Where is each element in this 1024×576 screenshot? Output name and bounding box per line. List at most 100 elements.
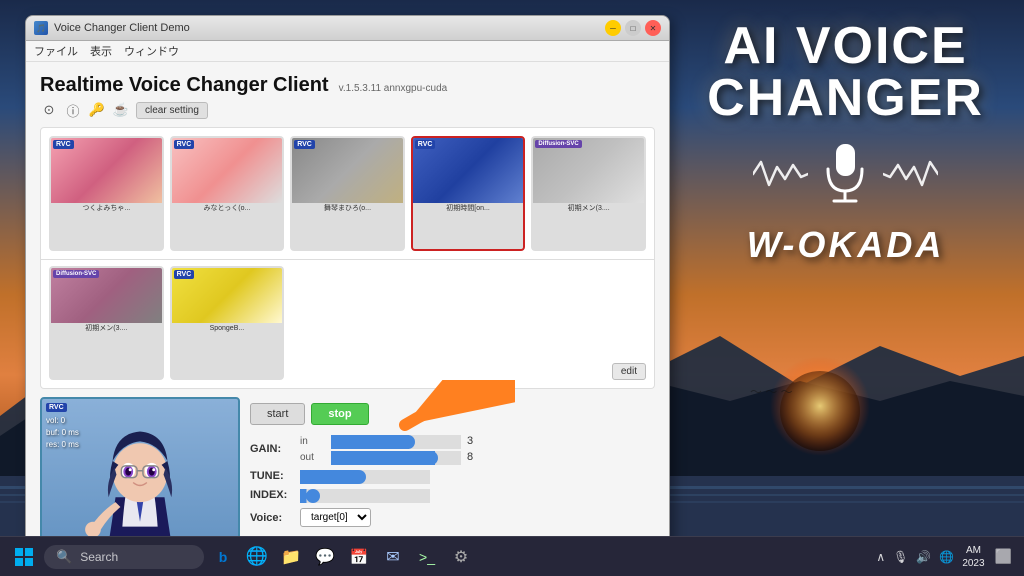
window-title: Voice Changer Client Demo bbox=[54, 22, 190, 34]
menu-window[interactable]: ウィンドウ bbox=[124, 43, 179, 59]
file-explorer-icon[interactable]: 📁 bbox=[276, 542, 306, 572]
menu-view[interactable]: 表示 bbox=[90, 43, 112, 59]
bottom-section: RVC vol: 0 buf: 0 ms res: 0 ms bbox=[40, 397, 655, 536]
info-icon[interactable]: ⓘ bbox=[64, 101, 82, 119]
desktop-branding: AI VOICE CHANGER W-OKADA bbox=[707, 20, 984, 266]
app-header: Realtime Voice Changer Client v.1.5.3.11… bbox=[40, 74, 655, 119]
menu-file[interactable]: ファイル bbox=[34, 43, 78, 59]
start-menu-button[interactable] bbox=[8, 541, 40, 573]
index-slider[interactable] bbox=[300, 494, 430, 498]
app-icon: 🎵 bbox=[34, 21, 48, 35]
voice-badge-6: Diffusion-SVC bbox=[53, 270, 99, 278]
gain-control: GAIN: in 3 out bbox=[250, 435, 655, 463]
controls-panel: start stop GAIN: in 3 bbox=[250, 397, 655, 536]
voice-badge-2: RVC bbox=[174, 140, 195, 149]
github-icon[interactable]: ⊙ bbox=[40, 101, 58, 119]
edit-button[interactable]: edit bbox=[612, 363, 646, 380]
voice-badge-3: RVC bbox=[294, 140, 315, 149]
mic-area bbox=[753, 139, 938, 209]
char-preview: RVC vol: 0 buf: 0 ms res: 0 ms bbox=[40, 397, 240, 536]
mic-icon bbox=[818, 139, 873, 209]
network-icon[interactable]: 🌐 bbox=[937, 548, 956, 566]
voice-label: Voice: bbox=[250, 512, 300, 524]
index-label: INDEX: bbox=[250, 489, 300, 501]
tune-label: TUNE: bbox=[250, 470, 300, 482]
desktop: 〜 〜 〜 🎵 Voice Changer Client Demo ─ □ ✕ … bbox=[0, 0, 1024, 536]
search-label: Search bbox=[80, 550, 118, 564]
char-badge: RVC bbox=[46, 403, 67, 412]
windows-logo-icon bbox=[15, 548, 33, 566]
title-bar: 🎵 Voice Changer Client Demo ─ □ ✕ bbox=[26, 16, 669, 41]
gain-out-slider[interactable] bbox=[331, 456, 461, 460]
mic-tray-icon[interactable]: 🎙 bbox=[891, 548, 910, 566]
gain-in-slider[interactable] bbox=[331, 440, 461, 444]
volume-icon[interactable]: 🔊 bbox=[914, 548, 933, 566]
stat-buf: buf: 0 ms bbox=[46, 427, 79, 439]
branding-line2: CHANGER bbox=[707, 72, 984, 124]
system-tray: ∧ 🎙 🔊 🌐 bbox=[874, 548, 956, 566]
gain-label: GAIN: bbox=[250, 443, 300, 455]
minimize-button[interactable]: ─ bbox=[605, 20, 621, 36]
char-stats: vol: 0 buf: 0 ms res: 0 ms bbox=[46, 415, 79, 451]
chevron-up-icon[interactable]: ∧ bbox=[874, 548, 887, 566]
voice-select[interactable]: target[0] bbox=[300, 508, 371, 527]
empty-slot-1 bbox=[290, 266, 405, 381]
edge-icon[interactable]: 🌐 bbox=[242, 542, 272, 572]
teams-icon[interactable]: 💬 bbox=[310, 542, 340, 572]
branding-line1: AI VOICE bbox=[707, 20, 984, 72]
voice-badge-1: RVC bbox=[53, 140, 74, 149]
start-button[interactable]: start bbox=[250, 403, 305, 425]
coffee-icon[interactable]: ☕ bbox=[112, 101, 130, 119]
close-button[interactable]: ✕ bbox=[645, 20, 661, 36]
taskbar-search[interactable]: 🔍 Search bbox=[44, 545, 204, 569]
voice-badge-5: Diffusion-SVC bbox=[535, 140, 581, 148]
voice-grid-row1: RVC つくよみちゃ... RVC みなとっく(o... RVC 舞琴まひろ(o… bbox=[40, 127, 655, 260]
tune-slider[interactable] bbox=[300, 475, 430, 479]
voice-card-6[interactable]: Diffusion-SVC 初期メン(3.... bbox=[49, 266, 164, 381]
app-window: 🎵 Voice Changer Client Demo ─ □ ✕ ファイル 表… bbox=[25, 15, 670, 536]
stop-button[interactable]: stop bbox=[311, 403, 368, 425]
maximize-button[interactable]: □ bbox=[625, 20, 641, 36]
voice-label-5: 初期メン(3.... bbox=[533, 203, 644, 215]
menu-bar: ファイル 表示 ウィンドウ bbox=[26, 41, 669, 62]
search-icon: 🔍 bbox=[56, 549, 72, 565]
app-title: Realtime Voice Changer Client bbox=[40, 74, 329, 97]
voice-badge-7: RVC bbox=[174, 270, 195, 279]
taskbar-tray: ∧ 🎙 🔊 🌐 AM 2023 ⬜ bbox=[874, 544, 1016, 570]
clock-time: AM bbox=[962, 544, 984, 557]
voice-card-4[interactable]: RVC 初期時間[on... bbox=[411, 136, 526, 251]
svg-text:〜 〜 〜: 〜 〜 〜 bbox=[750, 385, 793, 399]
gain-in-value: 3 bbox=[467, 435, 487, 447]
voice-badge-4: RVC bbox=[415, 140, 436, 149]
gain-in-label: in bbox=[300, 436, 325, 447]
empty-slot-2 bbox=[411, 266, 526, 381]
ctrl-buttons: start stop bbox=[250, 403, 655, 425]
settings-icon[interactable]: ⚙ bbox=[446, 542, 476, 572]
voice-label-6: 初期メン(3.... bbox=[51, 323, 162, 335]
voice-control: Voice: target[0] bbox=[250, 508, 655, 527]
author-text: W-OKADA bbox=[747, 224, 945, 266]
clear-setting-button[interactable]: clear setting bbox=[136, 102, 208, 119]
bing-icon[interactable]: b bbox=[208, 542, 238, 572]
index-control: INDEX: bbox=[250, 489, 655, 501]
terminal-icon[interactable]: >_ bbox=[412, 542, 442, 572]
key-icon[interactable]: 🔑 bbox=[88, 101, 106, 119]
app-version: v.1.5.3.11 annxgpu-cuda bbox=[339, 83, 448, 94]
voice-card-1[interactable]: RVC つくよみちゃ... bbox=[49, 136, 164, 251]
voice-card-3[interactable]: RVC 舞琴まひろ(o... bbox=[290, 136, 405, 251]
stat-res: res: 0 ms bbox=[46, 439, 79, 451]
voice-label-4: 初期時間[on... bbox=[413, 203, 524, 215]
voice-card-2[interactable]: RVC みなとっく(o... bbox=[170, 136, 285, 251]
tune-control: TUNE: bbox=[250, 470, 655, 482]
taskbar: 🔍 Search b 🌐 📁 💬 📅 ✉ >_ ⚙ ∧ 🎙 🔊 🌐 AM 202… bbox=[0, 536, 1024, 576]
wave-left bbox=[753, 157, 808, 192]
system-clock[interactable]: AM 2023 bbox=[962, 544, 984, 570]
notification-button[interactable]: ⬜ bbox=[991, 546, 1016, 567]
voice-label-7: SpongeB... bbox=[172, 323, 283, 335]
voice-card-7[interactable]: RVC SpongeB... bbox=[170, 266, 285, 381]
gain-out-value: 8 bbox=[467, 451, 487, 463]
voice-card-5[interactable]: Diffusion-SVC 初期メン(3.... bbox=[531, 136, 646, 251]
voice-label-2: みなとっく(o... bbox=[172, 203, 283, 215]
calendar-icon[interactable]: 📅 bbox=[344, 542, 374, 572]
mail-icon[interactable]: ✉ bbox=[378, 542, 408, 572]
